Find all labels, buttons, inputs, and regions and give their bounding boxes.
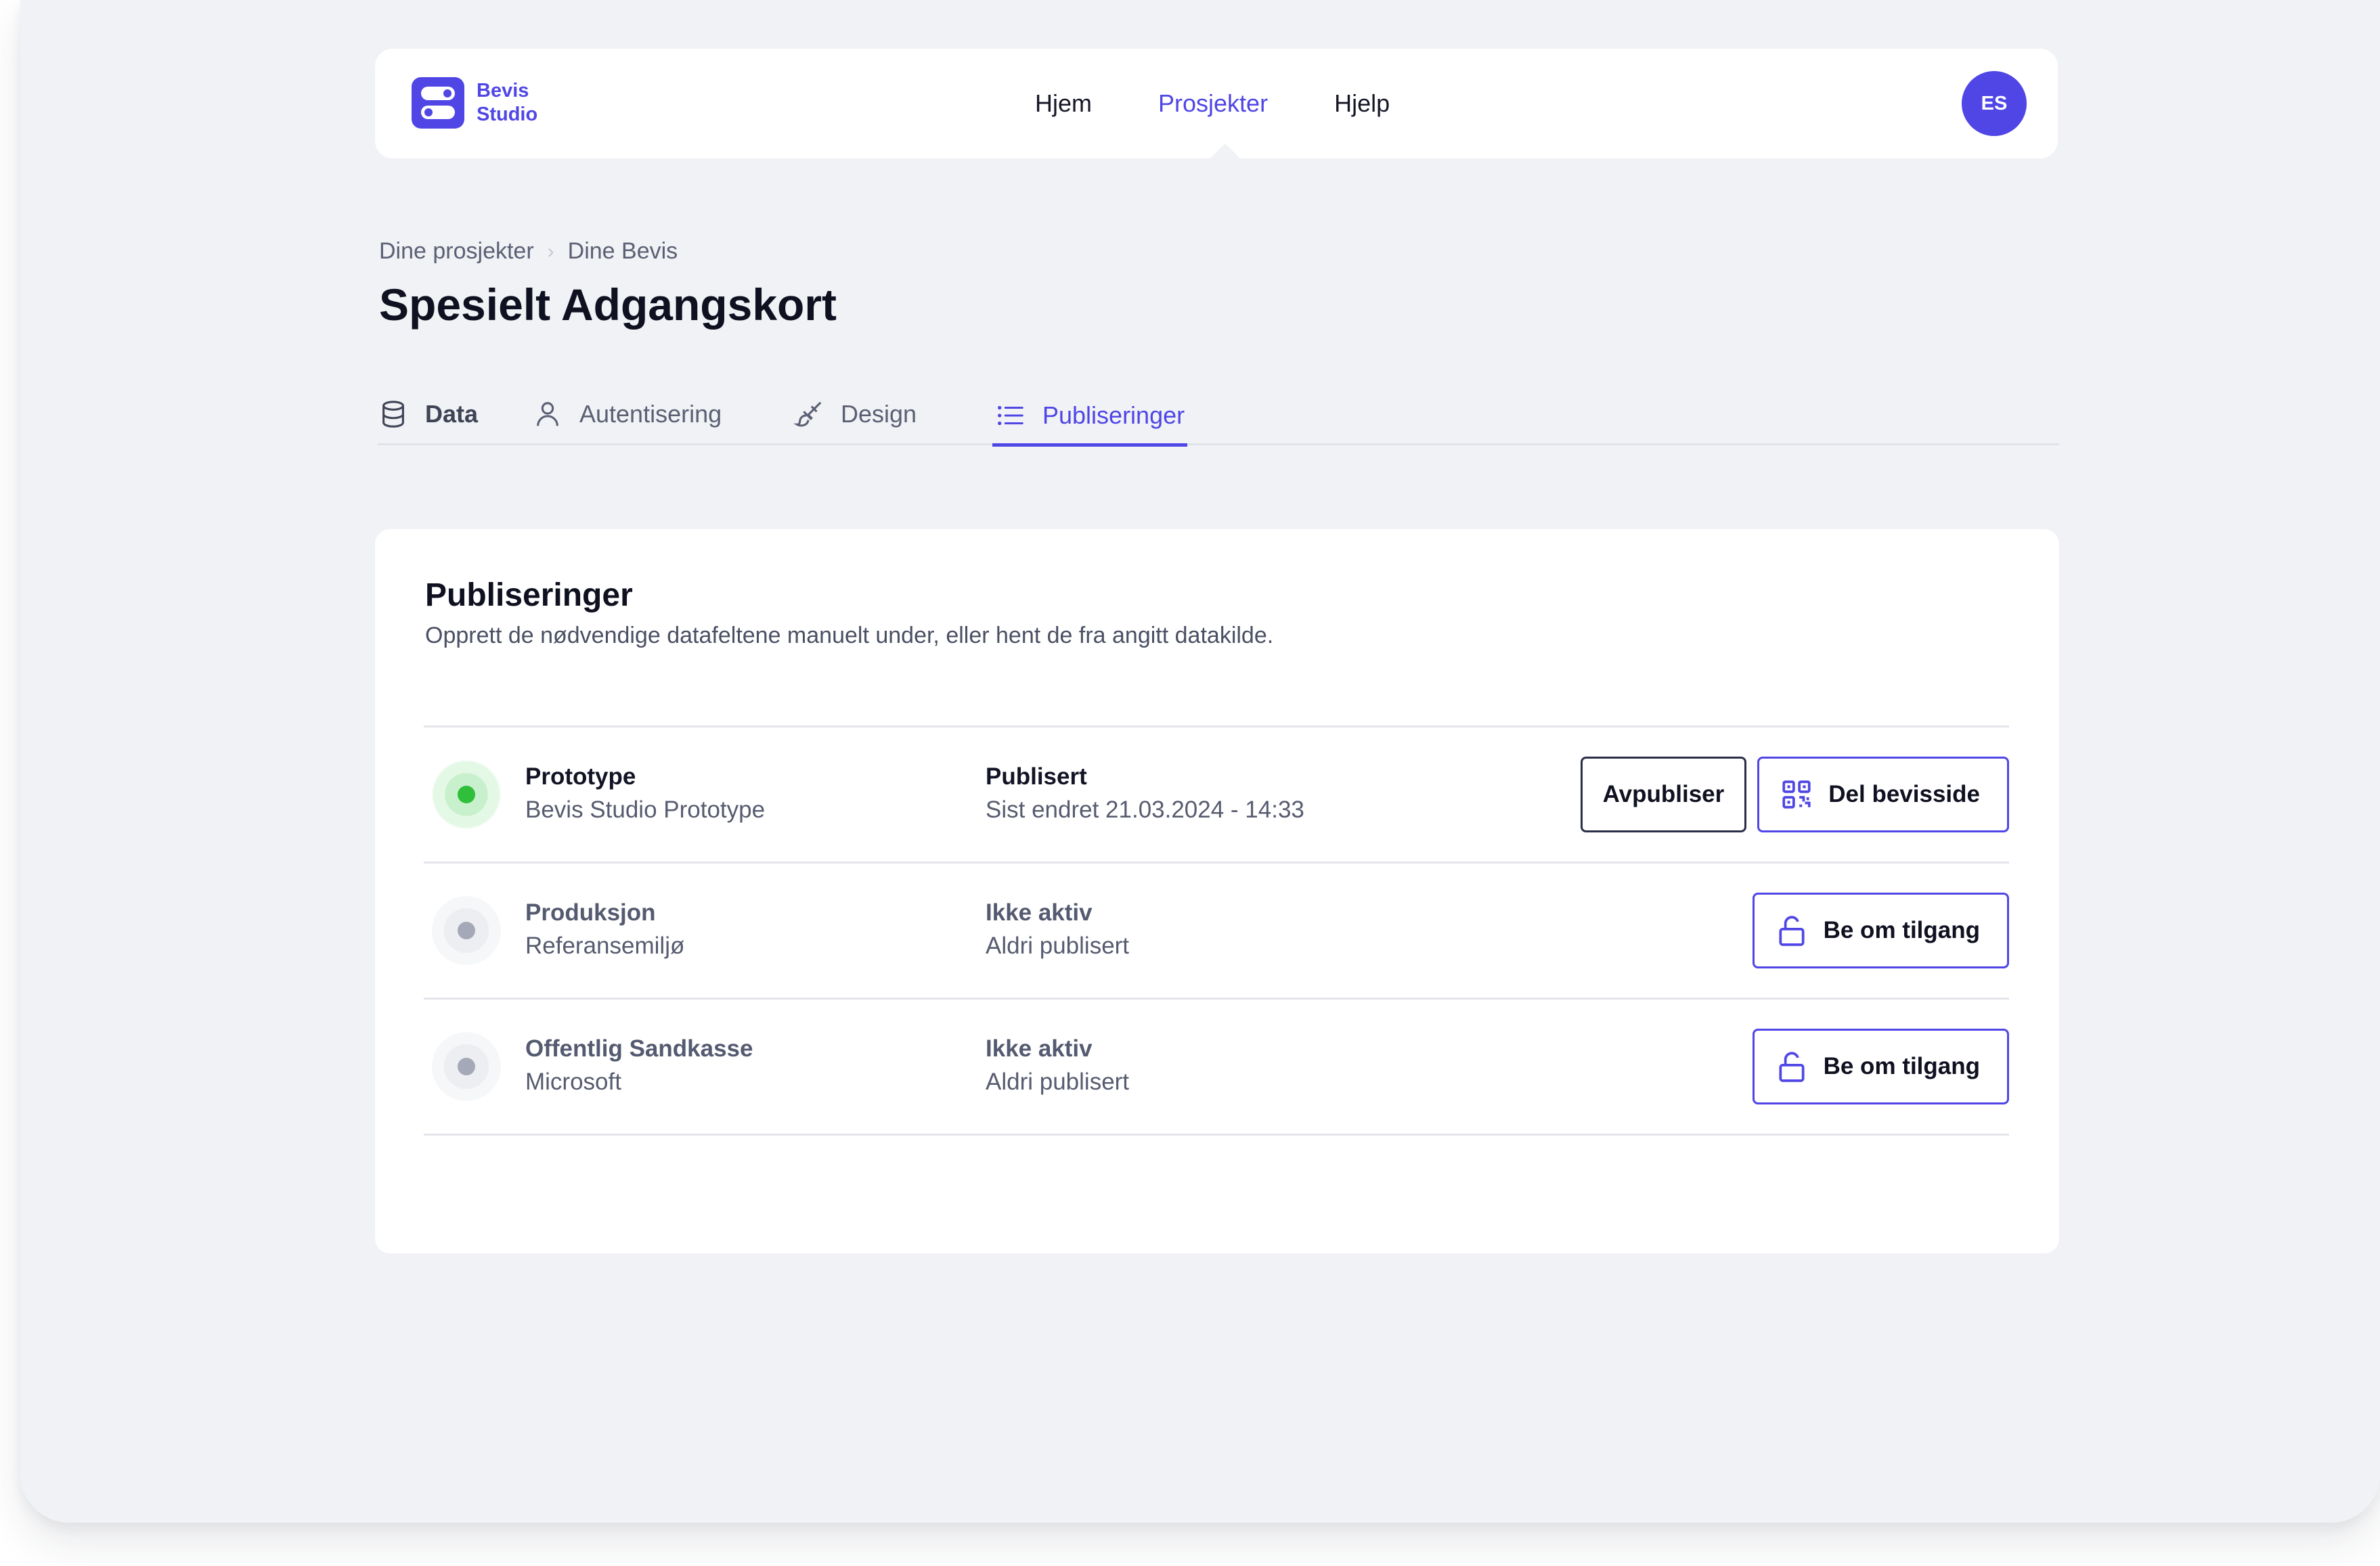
share-proof-page-button[interactable]: Del bevisside <box>1757 757 2009 832</box>
environment-row-prototype: Prototype Bevis Studio Prototype Publise… <box>424 728 2009 864</box>
tab-bar: Data Autentisering Design Publiseringer <box>378 387 2059 447</box>
button-label: Be om tilgang <box>1823 917 1980 943</box>
unpublish-button[interactable]: Avpubliser <box>1580 757 1747 832</box>
environment-name: Produksjon <box>525 899 656 926</box>
status-active-icon <box>432 760 501 829</box>
publications-card: Publiseringer Opprett de nødvendige data… <box>375 529 2059 1253</box>
qr-code-icon <box>1782 780 1811 809</box>
status-detail: Sist endret 21.03.2024 - 14:33 <box>986 797 1304 823</box>
logo-line-1: Bevis <box>477 80 529 102</box>
card-title: Publiseringer <box>425 577 633 613</box>
status-label: Publisert <box>986 763 1087 790</box>
tab-label: Publiseringer <box>1042 401 1185 429</box>
environment-row-offentlig-sandkasse: Offentlig Sandkasse Microsoft Ikke aktiv… <box>424 1000 2009 1136</box>
environment-row-produksjon: Produksjon Referansemiljø Ikke aktiv Ald… <box>424 864 2009 1000</box>
card-subtitle: Opprett de nødvendige datafeltene manuel… <box>425 623 1274 648</box>
request-access-button[interactable]: Be om tilgang <box>1752 1029 2009 1104</box>
active-nav-indicator <box>1210 143 1240 158</box>
environment-description: Referansemiljø <box>525 933 685 959</box>
button-label: Be om tilgang <box>1823 1053 1980 1079</box>
tab-data[interactable]: Data <box>378 387 478 445</box>
request-access-button[interactable]: Be om tilgang <box>1752 893 2009 968</box>
environment-name: Offentlig Sandkasse <box>525 1035 753 1062</box>
status-label: Ikke aktiv <box>986 1035 1093 1062</box>
breadcrumb-item-prosjekter[interactable]: Dine prosjekter <box>379 238 534 265</box>
logo-line-2: Studio <box>477 104 538 125</box>
list-icon <box>998 405 1023 425</box>
breadcrumb-item-bevis[interactable]: Dine Bevis <box>568 238 678 265</box>
chevron-right-icon: › <box>547 240 554 263</box>
tab-publiseringer[interactable]: Publiseringer <box>992 387 1188 447</box>
paintbrush-icon <box>793 401 822 427</box>
nav-item-hjem[interactable]: Hjem <box>1035 89 1092 118</box>
logo-text: Bevis Studio <box>477 79 537 127</box>
tab-label: Design <box>841 400 917 428</box>
status-inactive-icon <box>432 896 501 965</box>
user-avatar[interactable]: ES <box>1962 71 2027 136</box>
tab-autentisering[interactable]: Autentisering <box>532 387 722 445</box>
nav-item-prosjekter[interactable]: Prosjekter <box>1158 89 1268 118</box>
database-icon <box>382 401 404 428</box>
user-icon <box>537 402 558 426</box>
page-title: Spesielt Adgangskort <box>379 279 837 330</box>
nav-item-hjelp[interactable]: Hjelp <box>1334 89 1390 118</box>
unlock-icon <box>1779 1052 1805 1082</box>
breadcrumb: Dine prosjekter › Dine Bevis <box>379 238 678 265</box>
environment-list: Prototype Bevis Studio Prototype Publise… <box>424 725 2009 1136</box>
environment-name: Prototype <box>525 763 636 790</box>
status-inactive-icon <box>432 1032 501 1101</box>
tab-label: Autentisering <box>579 400 722 428</box>
logo-icon <box>412 77 464 129</box>
environment-description: Bevis Studio Prototype <box>525 797 766 823</box>
unlock-icon <box>1779 916 1805 946</box>
status-detail: Aldri publisert <box>986 933 1130 959</box>
status-detail: Aldri publisert <box>986 1069 1130 1095</box>
app-window: Bevis Studio Hjem Prosjekter Hjelp ES Di… <box>20 0 2380 1523</box>
button-label: Avpubliser <box>1602 781 1725 807</box>
status-label: Ikke aktiv <box>986 899 1093 926</box>
tab-design[interactable]: Design <box>793 387 917 445</box>
tab-label: Data <box>425 400 479 428</box>
button-label: Del bevisside <box>1828 781 1980 807</box>
main-nav: Hjem Prosjekter Hjelp <box>1035 49 1390 158</box>
environment-description: Microsoft <box>525 1069 621 1095</box>
logo[interactable]: Bevis Studio <box>412 77 537 129</box>
top-navigation: Bevis Studio Hjem Prosjekter Hjelp ES <box>375 49 2058 158</box>
